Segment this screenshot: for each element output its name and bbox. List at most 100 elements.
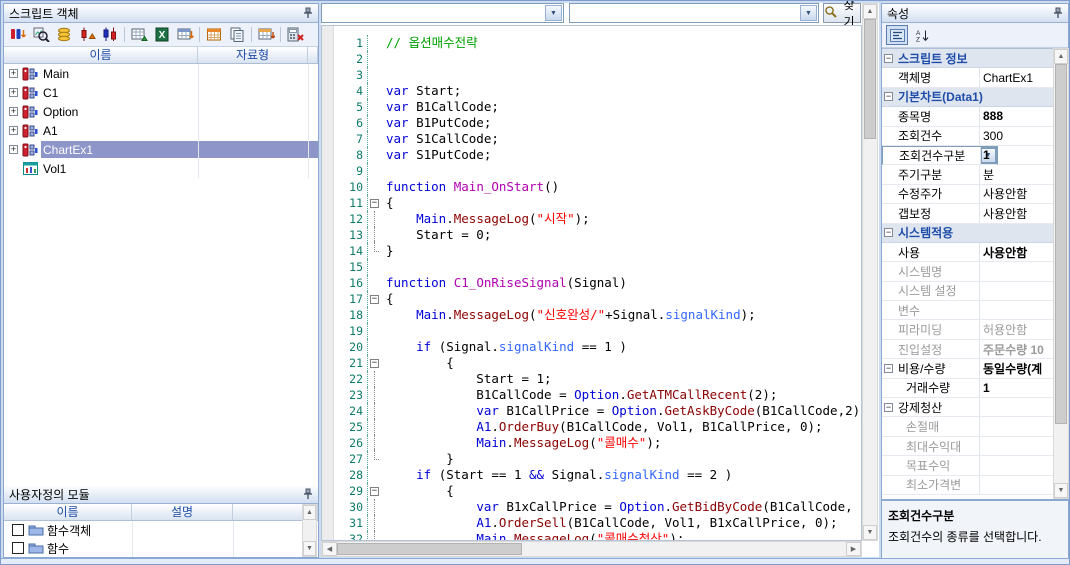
property-value[interactable] xyxy=(980,476,1053,494)
column-header-desc[interactable]: 설명 xyxy=(132,504,233,520)
property-row-최대수익대[interactable]: 최대수익대 xyxy=(882,437,1053,456)
property-value[interactable] xyxy=(980,417,1053,435)
pin-icon[interactable] xyxy=(303,488,313,500)
property-row-최소가격변[interactable]: 최소가격변 xyxy=(882,476,1053,495)
fold-margin[interactable]: − xyxy=(368,291,382,307)
event-combo[interactable]: ▼ xyxy=(569,3,819,23)
property-value[interactable]: 주문수량 10 xyxy=(980,340,1053,358)
property-value[interactable]: 1 xyxy=(980,379,1053,397)
sell-signal-object-icon[interactable] xyxy=(100,25,120,44)
property-row-종목명[interactable]: 종목명888 xyxy=(882,107,1053,126)
scroll-thumb[interactable] xyxy=(337,543,522,555)
property-row-거래수량[interactable]: 거래수량1 xyxy=(882,379,1053,398)
account-object-icon[interactable] xyxy=(54,25,74,44)
column-divider[interactable] xyxy=(132,521,133,557)
code-editor[interactable]: 1// 옵션매수전략234var Start;5var B1CallCode;6… xyxy=(321,25,862,541)
column-divider[interactable] xyxy=(198,64,199,178)
selection-margin[interactable] xyxy=(322,26,334,540)
column-header-name[interactable]: 이름 xyxy=(4,47,198,63)
property-row-기본차트(Data1)[interactable]: −기본차트(Data1) xyxy=(882,88,1053,107)
table-add-icon[interactable] xyxy=(129,25,149,44)
scroll-down-icon[interactable]: ▼ xyxy=(303,541,316,556)
property-value[interactable] xyxy=(980,282,1053,300)
object-combo[interactable]: ▼ xyxy=(321,3,564,23)
property-value[interactable]: 1 xyxy=(980,146,1053,164)
property-value[interactable]: 동일수량(계 xyxy=(980,359,1053,377)
scroll-up-icon[interactable]: ▲ xyxy=(303,505,316,520)
pin-icon[interactable] xyxy=(303,7,313,19)
search-object-icon[interactable] xyxy=(31,25,51,44)
property-value[interactable]: ChartEx1 xyxy=(980,68,1053,86)
fold-margin[interactable]: − xyxy=(368,355,382,371)
chevron-down-icon[interactable]: ▼ xyxy=(545,5,562,21)
property-row-시스템명[interactable]: 시스템명 xyxy=(882,262,1053,281)
property-value[interactable]: 300 xyxy=(980,127,1053,145)
tree-item-c1[interactable]: +C1 xyxy=(4,83,318,102)
tree-item-main[interactable]: +Main xyxy=(4,64,318,83)
property-row-비용/수량[interactable]: −비용/수량동일수량(계 xyxy=(882,359,1053,378)
property-row-강제청산[interactable]: −강제청산 xyxy=(882,398,1053,417)
property-row-갭보정[interactable]: 갭보정사용안함 xyxy=(882,204,1053,223)
property-row-조회건수[interactable]: 조회건수300 xyxy=(882,127,1053,146)
alphabetical-sort-button[interactable]: AZ xyxy=(911,25,933,45)
editor-vscrollbar[interactable]: ▲ ▼ xyxy=(862,3,878,541)
scroll-track[interactable] xyxy=(337,542,846,556)
fold-margin[interactable]: − xyxy=(368,483,382,499)
property-value[interactable]: 사용안함 xyxy=(980,204,1053,222)
insert-chart-object-icon[interactable] xyxy=(8,25,28,44)
property-row-주기구분[interactable]: 주기구분분 xyxy=(882,165,1053,184)
column-divider[interactable] xyxy=(308,64,309,178)
module-item-함수[interactable]: 함수 xyxy=(4,539,318,557)
pin-icon[interactable] xyxy=(1053,7,1063,19)
scroll-right-icon[interactable]: ▶ xyxy=(846,542,861,556)
property-row-시스템 설정[interactable]: 시스템 설정 xyxy=(882,282,1053,301)
column-header-type[interactable]: 자료형 xyxy=(198,47,308,63)
expand-icon[interactable]: + xyxy=(9,145,18,154)
scroll-up-icon[interactable]: ▲ xyxy=(1054,49,1068,64)
property-value[interactable]: 사용안함 xyxy=(980,243,1053,261)
property-row-손절매[interactable]: 손절매 xyxy=(882,417,1053,436)
column-divider[interactable] xyxy=(233,521,234,557)
tree-item-vol1[interactable]: Vol1 xyxy=(4,159,318,178)
collapse-icon[interactable]: − xyxy=(884,54,893,63)
collapse-icon[interactable]: − xyxy=(884,92,893,101)
tree-item-option[interactable]: +Option xyxy=(4,102,318,121)
scroll-down-icon[interactable]: ▼ xyxy=(863,525,877,540)
find-button[interactable]: 찾기 xyxy=(823,3,861,23)
property-value[interactable] xyxy=(980,301,1053,319)
fold-margin[interactable]: − xyxy=(368,195,382,211)
expand-icon[interactable]: + xyxy=(9,107,18,116)
scroll-left-icon[interactable]: ◀ xyxy=(322,542,337,556)
property-value[interactable]: 허용안함 xyxy=(980,320,1053,338)
property-row-목표수익[interactable]: 목표수익 xyxy=(882,456,1053,475)
checkbox[interactable] xyxy=(12,524,24,536)
scroll-thumb[interactable] xyxy=(1055,64,1067,424)
property-row-변수[interactable]: 변수 xyxy=(882,301,1053,320)
property-value[interactable] xyxy=(980,262,1053,280)
property-row-시스템적용[interactable]: −시스템적용 xyxy=(882,224,1053,243)
tree-item-chartex1[interactable]: +ChartEx1 xyxy=(4,140,318,159)
table-import-icon[interactable] xyxy=(256,25,276,44)
fold-collapse-icon[interactable]: − xyxy=(370,295,379,304)
scroll-up-icon[interactable]: ▲ xyxy=(863,4,877,19)
collapse-icon[interactable]: − xyxy=(884,364,893,373)
scroll-down-icon[interactable]: ▼ xyxy=(1054,483,1068,498)
buy-signal-object-icon[interactable] xyxy=(77,25,97,44)
expand-icon[interactable]: + xyxy=(9,69,18,78)
property-row-피라미딩[interactable]: 피라미딩허용안함 xyxy=(882,320,1053,339)
property-value[interactable]: 888 xyxy=(980,107,1053,125)
property-row-객체명[interactable]: 객체명ChartEx1 xyxy=(882,68,1053,87)
calculator-remove-icon[interactable] xyxy=(285,25,305,44)
property-value[interactable] xyxy=(980,398,1053,416)
property-row-진입설정[interactable]: 진입설정주문수량 10 xyxy=(882,340,1053,359)
expand-icon[interactable]: + xyxy=(9,88,18,97)
property-row-스크립트 정보[interactable]: −스크립트 정보 xyxy=(882,49,1053,68)
report-copy-icon[interactable] xyxy=(227,25,247,44)
property-row-수정주가[interactable]: 수정주가사용안함 xyxy=(882,185,1053,204)
collapse-icon[interactable]: − xyxy=(884,403,893,412)
property-value[interactable]: 사용안함 xyxy=(980,185,1053,203)
calendar-data-icon[interactable] xyxy=(204,25,224,44)
property-value[interactable]: 분 xyxy=(980,165,1053,183)
modules-scrollbar[interactable]: ▲ ▼ xyxy=(302,504,317,557)
property-value[interactable] xyxy=(980,456,1053,474)
